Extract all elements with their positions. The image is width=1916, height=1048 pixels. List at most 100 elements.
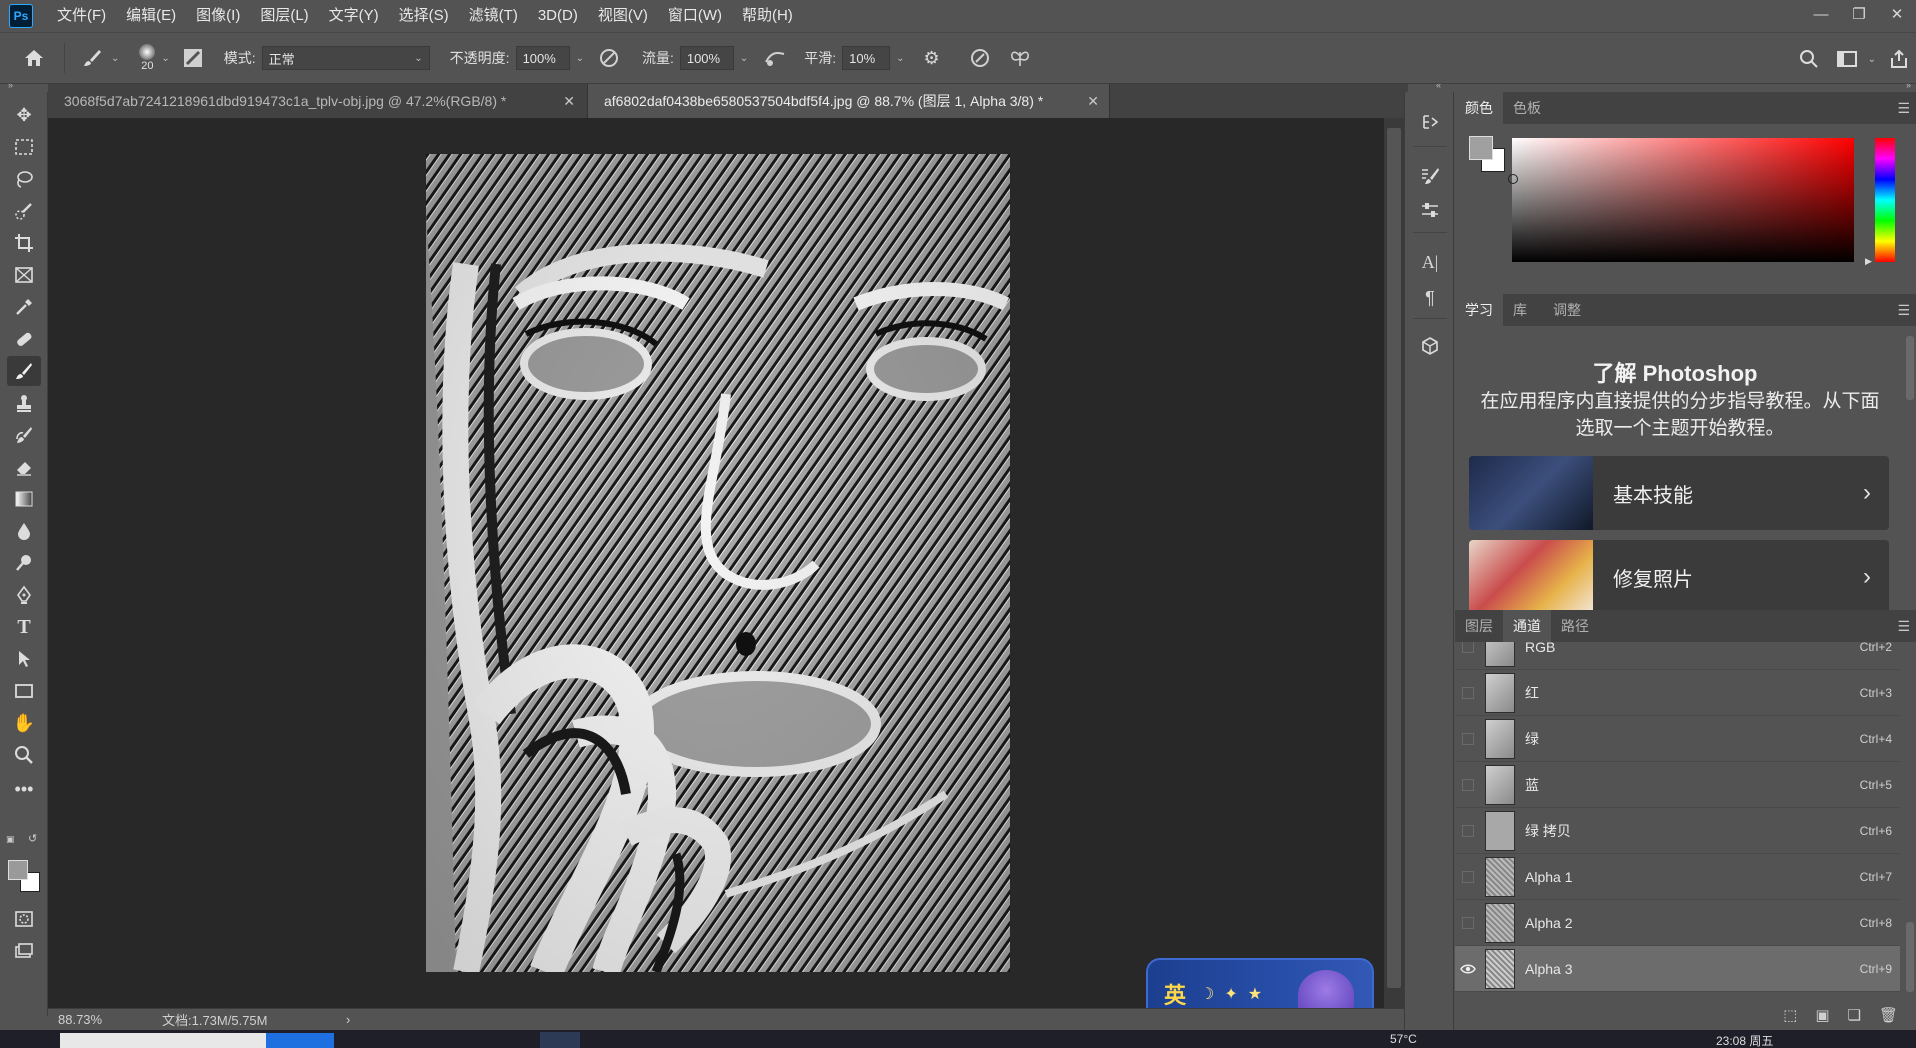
hand-tool-icon[interactable]: ✋ bbox=[7, 708, 41, 738]
pressure-size-icon[interactable] bbox=[965, 47, 995, 69]
channel-row-selected[interactable]: Alpha 3 Ctrl+9 bbox=[1455, 946, 1900, 992]
menu-filter[interactable]: 滤镜(T) bbox=[459, 0, 528, 32]
menu-help[interactable]: 帮助(H) bbox=[732, 0, 803, 32]
document-tab-active[interactable]: af6802daf0438be6580537504bdf5f4.jpg @ 88… bbox=[588, 84, 1110, 118]
crop-tool-icon[interactable] bbox=[7, 228, 41, 258]
trash-icon[interactable]: 🗑 bbox=[1879, 1006, 1898, 1024]
tab-swatches[interactable]: 色板 bbox=[1503, 92, 1551, 124]
default-colors-icon[interactable]: ▣ bbox=[6, 834, 15, 845]
pen-tool-icon[interactable] bbox=[7, 580, 41, 610]
more-tools-icon[interactable]: ••• bbox=[7, 774, 41, 804]
marquee-tool-icon[interactable] bbox=[7, 132, 41, 162]
airbrush-icon[interactable] bbox=[760, 48, 790, 68]
visibility-toggle[interactable] bbox=[1455, 762, 1481, 808]
channel-row[interactable]: 蓝 Ctrl+5 bbox=[1455, 762, 1900, 808]
healing-brush-tool-icon[interactable] bbox=[7, 324, 41, 354]
zoom-tool-icon[interactable] bbox=[7, 740, 41, 770]
character-panel-icon[interactable]: A| bbox=[1416, 248, 1444, 276]
eye-icon[interactable] bbox=[1455, 946, 1481, 992]
brush-settings-icon[interactable] bbox=[1416, 162, 1444, 190]
canvas-vertical-scrollbar[interactable] bbox=[1384, 118, 1404, 1008]
visibility-toggle[interactable] bbox=[1455, 854, 1481, 900]
home-icon[interactable] bbox=[16, 48, 52, 68]
visibility-toggle[interactable] bbox=[1455, 808, 1481, 854]
channels-scrollbar[interactable] bbox=[1906, 922, 1914, 992]
foreground-color-swatch[interactable] bbox=[1469, 136, 1493, 160]
tab-adjustments[interactable]: 调整 bbox=[1543, 294, 1591, 326]
brush-tool-icon[interactable] bbox=[77, 47, 107, 69]
quick-mask-icon[interactable] bbox=[7, 904, 41, 934]
rectangle-tool-icon[interactable] bbox=[7, 676, 41, 706]
frame-tool-icon[interactable] bbox=[7, 260, 41, 290]
panel-menu-icon[interactable]: ☰ bbox=[1897, 100, 1910, 117]
chevron-down-icon[interactable]: ⌄ bbox=[111, 53, 119, 64]
close-icon[interactable]: ✕ bbox=[1878, 0, 1916, 28]
menu-edit[interactable]: 编辑(E) bbox=[116, 0, 186, 32]
symmetry-butterfly-icon[interactable] bbox=[1005, 48, 1035, 68]
hue-slider-handle[interactable]: ▶ bbox=[1865, 256, 1872, 267]
learn-panel-scrollbar[interactable] bbox=[1906, 336, 1914, 400]
pressure-opacity-icon[interactable] bbox=[594, 47, 624, 69]
gear-icon[interactable]: ⚙ bbox=[917, 48, 947, 69]
chevron-down-icon[interactable]: ⌄ bbox=[896, 53, 904, 64]
channel-row[interactable]: 绿 Ctrl+4 bbox=[1455, 716, 1900, 762]
blur-tool-icon[interactable] bbox=[7, 516, 41, 546]
move-tool-icon[interactable]: ✥ bbox=[7, 100, 41, 130]
menu-layer[interactable]: 图层(L) bbox=[250, 0, 318, 32]
flow-input[interactable]: 100% bbox=[679, 46, 734, 70]
path-selection-tool-icon[interactable] bbox=[7, 644, 41, 674]
foreground-color-swatch[interactable] bbox=[8, 860, 28, 880]
document-tab[interactable]: 3068f5d7ab7241218961dbd919473c1a_tplv-ob… bbox=[48, 84, 588, 118]
system-clock[interactable]: 23:08 周五 bbox=[1716, 1032, 1773, 1048]
panel-menu-icon[interactable]: ☰ bbox=[1897, 302, 1910, 319]
document-image[interactable] bbox=[426, 154, 1010, 972]
menu-type[interactable]: 文字(Y) bbox=[319, 0, 389, 32]
screen-mode-icon[interactable] bbox=[7, 936, 41, 966]
expand-panels-icon[interactable]: » bbox=[1906, 80, 1911, 90]
brush-preset-picker[interactable]: 20 bbox=[139, 44, 156, 72]
tab-libraries[interactable]: 库 bbox=[1503, 294, 1537, 326]
saturation-brightness-picker[interactable] bbox=[1508, 138, 1854, 262]
status-menu-arrow[interactable]: › bbox=[346, 1012, 350, 1027]
tab-color[interactable]: 颜色 bbox=[1455, 92, 1503, 124]
channel-row[interactable]: Alpha 1 Ctrl+7 bbox=[1455, 854, 1900, 900]
panel-menu-icon[interactable]: ☰ bbox=[1897, 618, 1910, 635]
paragraph-panel-icon[interactable]: ¶ bbox=[1416, 284, 1444, 312]
workspace-icon[interactable] bbox=[1830, 50, 1864, 68]
close-icon[interactable]: ✕ bbox=[1087, 93, 1099, 110]
scrollbar-thumb[interactable] bbox=[1387, 128, 1401, 988]
menu-image[interactable]: 图像(I) bbox=[186, 0, 250, 32]
channel-row[interactable]: RGB Ctrl+2 bbox=[1455, 642, 1900, 670]
type-tool-icon[interactable]: T bbox=[7, 612, 41, 642]
expand-toolbar-icon[interactable]: » bbox=[8, 80, 13, 90]
tab-learn[interactable]: 学习 bbox=[1455, 294, 1503, 326]
smoothing-input[interactable]: 10% bbox=[842, 46, 891, 70]
color-picker-cursor[interactable] bbox=[1508, 174, 1518, 184]
taskbar-search-button[interactable] bbox=[266, 1033, 334, 1048]
mode-select[interactable]: 正常 ⌄ bbox=[261, 46, 430, 70]
lasso-tool-icon[interactable] bbox=[7, 164, 41, 194]
dodge-tool-icon[interactable] bbox=[7, 548, 41, 578]
zoom-level[interactable]: 88.73% bbox=[58, 1012, 148, 1027]
menu-window[interactable]: 窗口(W) bbox=[658, 0, 732, 32]
close-icon[interactable]: ✕ bbox=[563, 93, 575, 110]
opacity-input[interactable]: 100% bbox=[515, 46, 570, 70]
visibility-toggle[interactable] bbox=[1455, 900, 1481, 946]
menu-view[interactable]: 视图(V) bbox=[588, 0, 658, 32]
tab-paths[interactable]: 路径 bbox=[1551, 610, 1599, 642]
restore-icon[interactable]: ❐ bbox=[1840, 0, 1878, 28]
photoshop-taskbar-icon[interactable] bbox=[540, 1032, 580, 1048]
search-icon[interactable] bbox=[1792, 49, 1826, 69]
chevron-down-icon[interactable]: ⌄ bbox=[1868, 54, 1876, 65]
visibility-toggle[interactable] bbox=[1455, 642, 1481, 670]
3d-panel-icon[interactable] bbox=[1416, 332, 1444, 360]
menu-select[interactable]: 选择(S) bbox=[389, 0, 459, 32]
learn-card-basic-skills[interactable]: 基本技能 › bbox=[1469, 456, 1889, 530]
brush-settings-panel-icon[interactable] bbox=[178, 47, 208, 69]
channel-row[interactable]: 绿 拷贝 Ctrl+6 bbox=[1455, 808, 1900, 854]
quick-selection-tool-icon[interactable] bbox=[7, 196, 41, 226]
history-brush-tool-icon[interactable] bbox=[7, 420, 41, 450]
brush-tool-icon[interactable] bbox=[7, 356, 41, 386]
history-panel-icon[interactable] bbox=[1416, 108, 1444, 136]
swap-colors-icon[interactable]: ↺ bbox=[28, 832, 37, 845]
